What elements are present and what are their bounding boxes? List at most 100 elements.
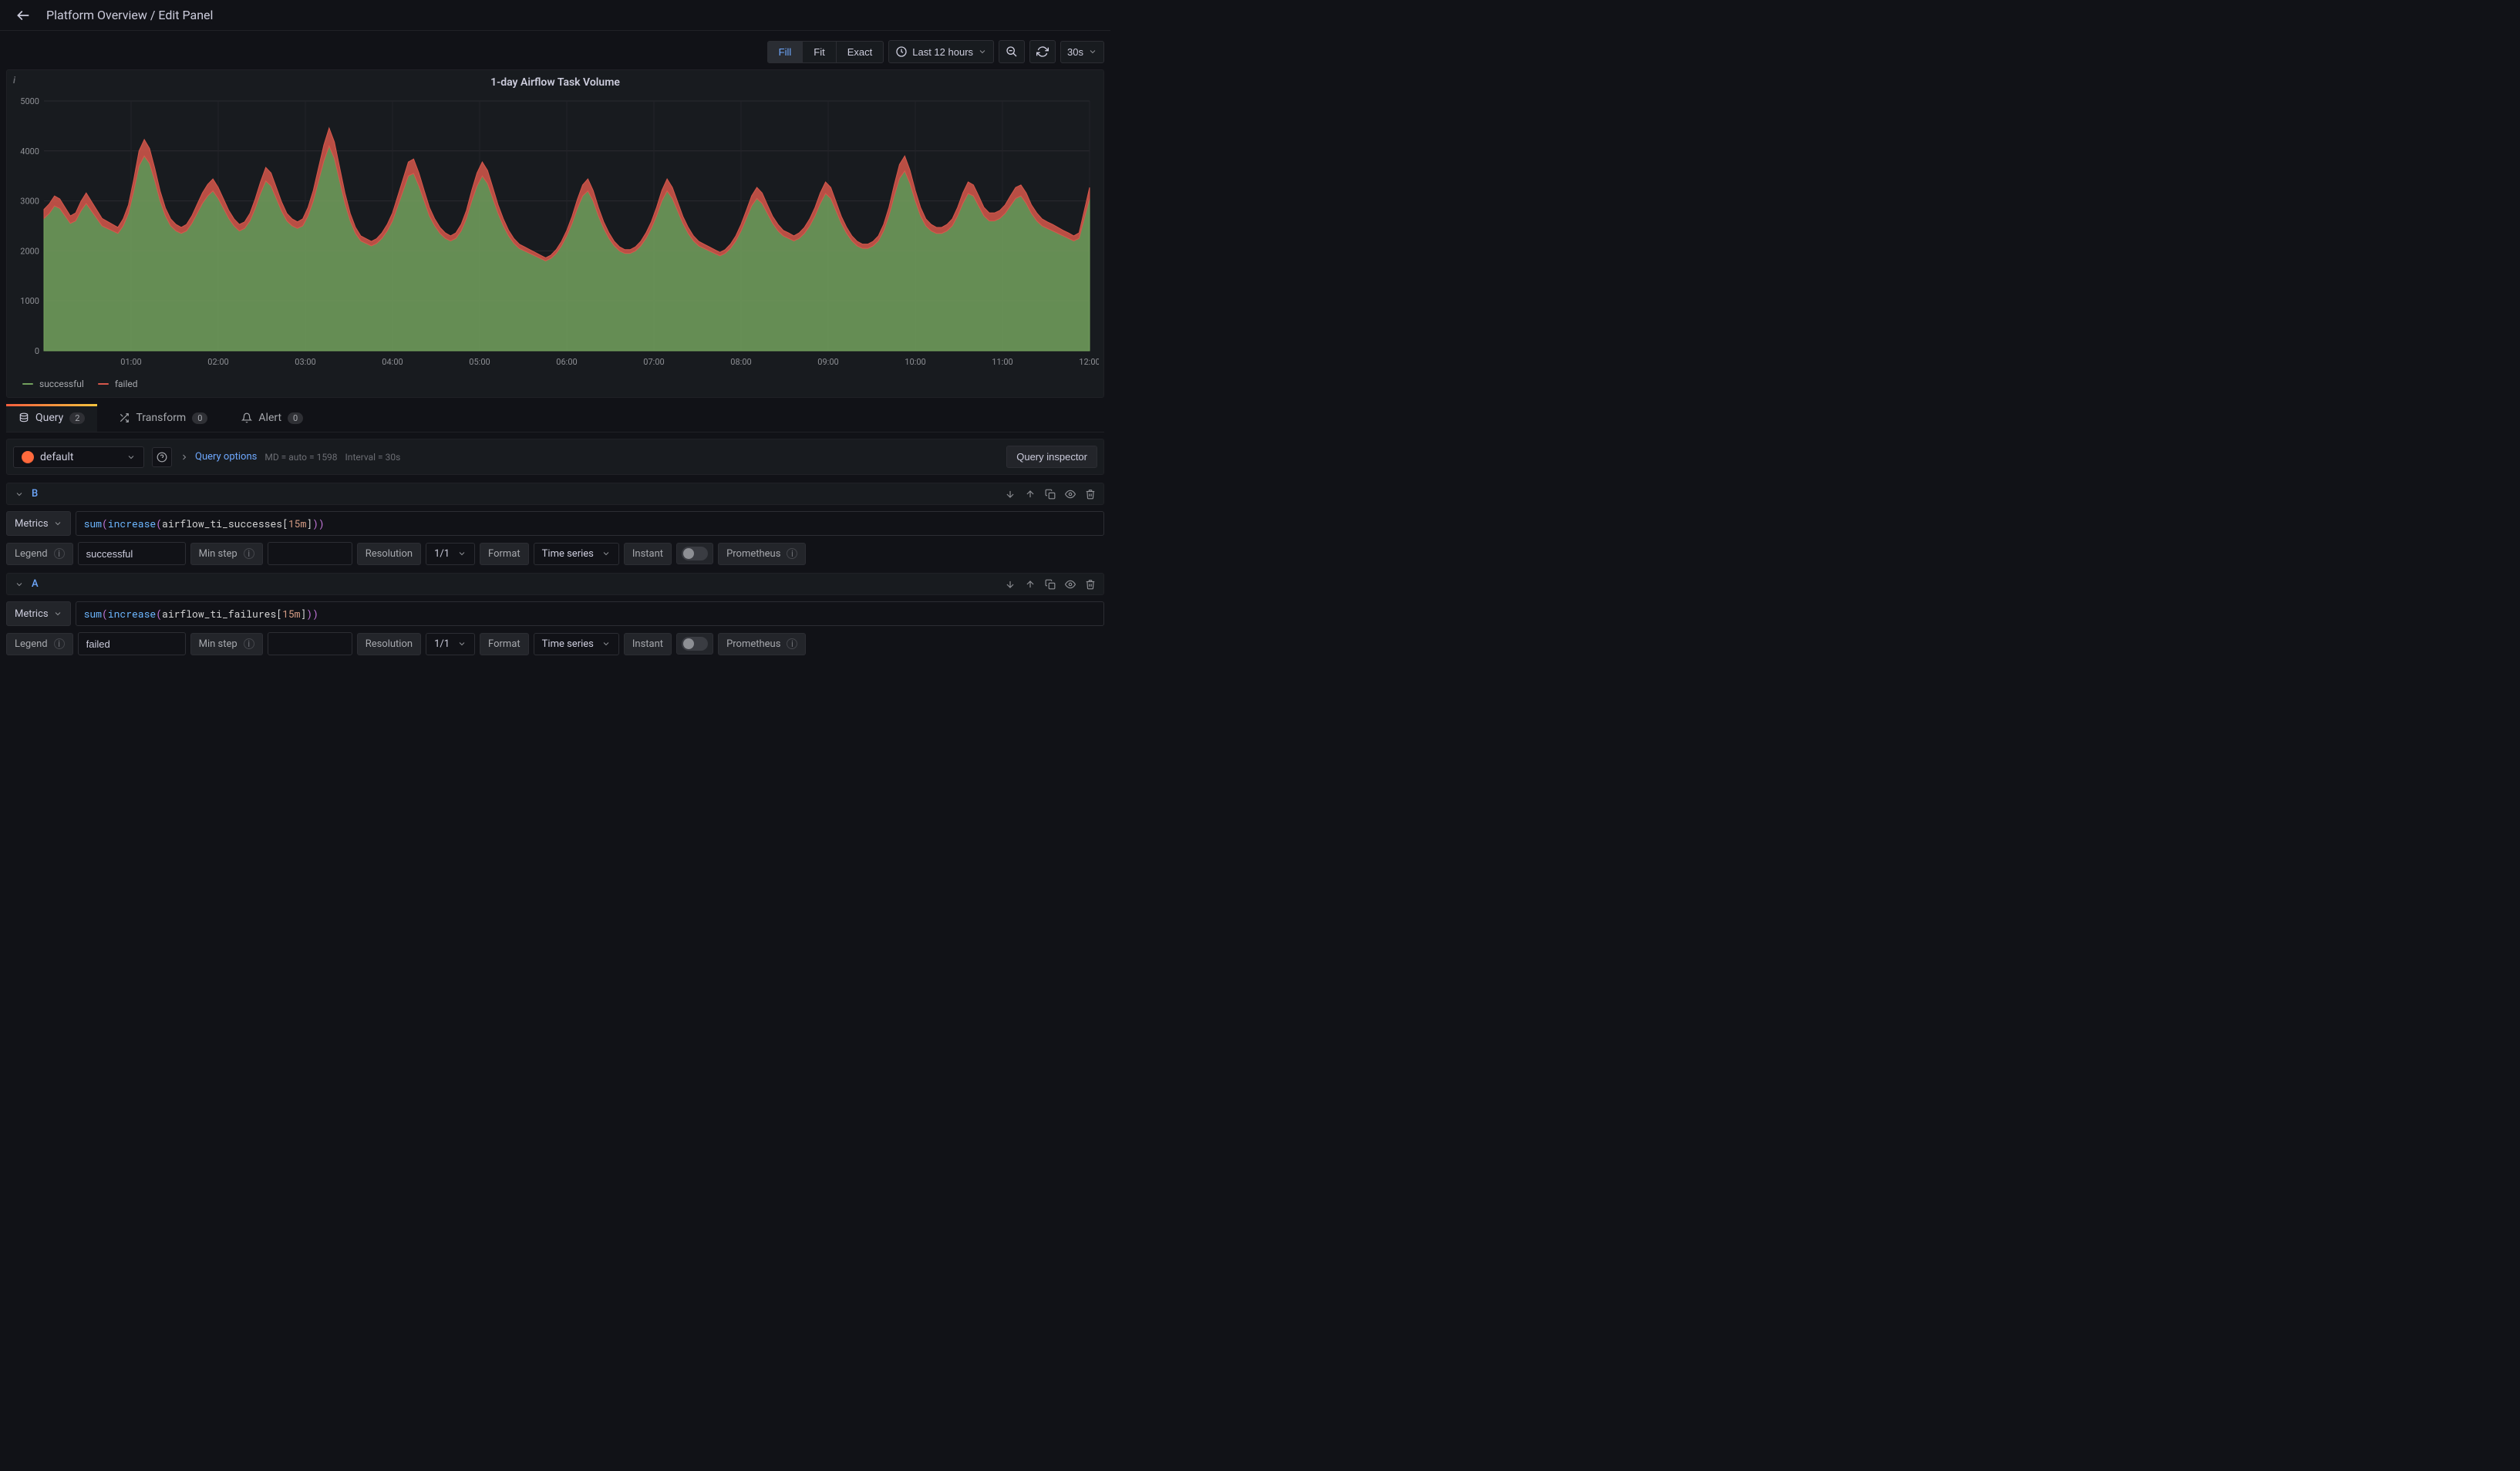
arrow-up-icon [1025,579,1036,590]
format-select[interactable]: Time series [534,543,619,565]
datasource-row: default Query options MD = auto = 1598 I… [6,439,1104,475]
move-up-button[interactable] [1025,579,1036,590]
svg-text:07:00: 07:00 [643,357,664,367]
query-ref-id: B [32,488,38,500]
query-header[interactable]: B [6,483,1104,505]
query-header[interactable]: A [6,573,1104,595]
top-header: Platform Overview / Edit Panel [0,0,1110,31]
tab-label: Transform [136,412,186,424]
chevron-down-icon [15,490,24,499]
back-button[interactable] [12,5,34,26]
instant-toggle[interactable] [682,637,708,651]
legend-input[interactable] [78,542,186,565]
help-icon[interactable]: i [54,638,65,649]
min-step-input[interactable] [268,542,352,565]
info-icon[interactable]: i [13,75,15,86]
chevron-down-icon [15,580,24,589]
query-expression-input[interactable]: sum(increase(airflow_ti_failures[15m])) [76,601,1104,626]
instant-toggle-wrap [676,633,713,655]
tab-alert[interactable]: Alert 0 [229,404,315,432]
tab-label: Alert [258,412,281,424]
panel-container: i 1-day Airflow Task Volume 010002000300… [6,69,1104,398]
duplicate-query-button[interactable] [1045,489,1056,500]
metrics-browser-button[interactable]: Metrics [6,601,71,626]
query-expression-input[interactable]: sum(increase(airflow_ti_successes[15m])) [76,511,1104,536]
move-down-button[interactable] [1005,579,1016,590]
resolution-label: Resolution [357,633,421,655]
query-options-toggle[interactable]: Query options [180,451,257,463]
trash-icon [1085,579,1096,590]
refresh-button[interactable] [1029,40,1056,63]
view-mode-group: Fill Fit Exact [767,41,884,63]
legend-label: successful [39,379,84,389]
time-range-picker[interactable]: Last 12 hours [888,40,994,63]
prometheus-logo-icon [22,451,34,463]
svg-text:4000: 4000 [20,146,39,157]
help-icon[interactable]: i [244,548,254,559]
prometheus-link[interactable]: Prometheus i [718,633,806,655]
tab-count: 0 [288,412,303,424]
svg-text:1000: 1000 [20,296,39,306]
prometheus-link[interactable]: Prometheus i [718,543,806,565]
format-select[interactable]: Time series [534,633,619,655]
format-label: Format [480,543,529,565]
legend-swatch [98,383,109,385]
instant-toggle[interactable] [682,547,708,560]
refresh-interval-label: 30s [1067,46,1083,58]
legend-input[interactable] [78,632,186,655]
datasource-help-button[interactable] [152,447,172,467]
copy-icon [1045,579,1056,590]
help-icon [157,452,167,463]
resolution-select[interactable]: 1/1 [426,543,475,565]
min-step-label: Min step i [190,543,263,565]
move-down-button[interactable] [1005,489,1016,500]
query-inspector-button[interactable]: Query inspector [1006,446,1097,468]
trash-icon [1085,489,1096,500]
panel-header: i 1-day Airflow Task Volume [7,70,1103,90]
instant-label: Instant [624,633,672,655]
transform-icon [119,412,130,423]
tab-count: 0 [192,412,207,424]
svg-text:04:00: 04:00 [382,357,403,367]
query-tabs: Query 2 Transform 0 Alert 0 [6,404,1104,433]
tab-count: 2 [69,412,85,424]
view-mode-fit[interactable]: Fit [802,42,835,62]
chevron-down-icon [978,47,987,56]
svg-text:2000: 2000 [20,246,39,256]
tab-transform[interactable]: Transform 0 [106,404,220,432]
instant-toggle-wrap [676,543,713,564]
duplicate-query-button[interactable] [1045,579,1056,590]
legend-item-failed[interactable]: failed [98,379,138,389]
help-icon[interactable]: i [244,638,254,649]
svg-text:3000: 3000 [20,197,39,207]
toggle-visibility-button[interactable] [1065,489,1076,500]
bell-icon [241,412,252,423]
format-label: Format [480,633,529,655]
delete-query-button[interactable] [1085,489,1096,500]
query-options-label: Query options [195,451,257,463]
datasource-picker[interactable]: default [13,446,144,468]
delete-query-button[interactable] [1085,579,1096,590]
view-mode-exact[interactable]: Exact [836,42,884,62]
refresh-interval-picker[interactable]: 30s [1060,41,1104,63]
chart-legend: successful failed [7,374,1103,397]
chart-area[interactable]: 01000200030004000500001:0002:0003:0004:0… [7,90,1103,374]
svg-text:12:00: 12:00 [1079,357,1099,367]
view-mode-fill[interactable]: Fill [768,42,803,62]
help-icon[interactable]: i [54,548,65,559]
zoom-out-button[interactable] [999,40,1025,63]
min-step-label: Min step i [190,633,263,655]
resolution-select[interactable]: 1/1 [426,633,475,655]
query-actions [1005,489,1096,500]
query-actions [1005,579,1096,590]
metrics-browser-button[interactable]: Metrics [6,511,71,536]
chevron-down-icon [1088,47,1097,56]
panel: i 1-day Airflow Task Volume 010002000300… [6,69,1104,398]
svg-text:01:00: 01:00 [120,357,141,367]
min-step-input[interactable] [268,632,352,655]
toggle-visibility-button[interactable] [1065,579,1076,590]
tab-query[interactable]: Query 2 [6,404,97,432]
move-up-button[interactable] [1025,489,1036,500]
legend-item-successful[interactable]: successful [22,379,84,389]
svg-text:08:00: 08:00 [730,357,751,367]
